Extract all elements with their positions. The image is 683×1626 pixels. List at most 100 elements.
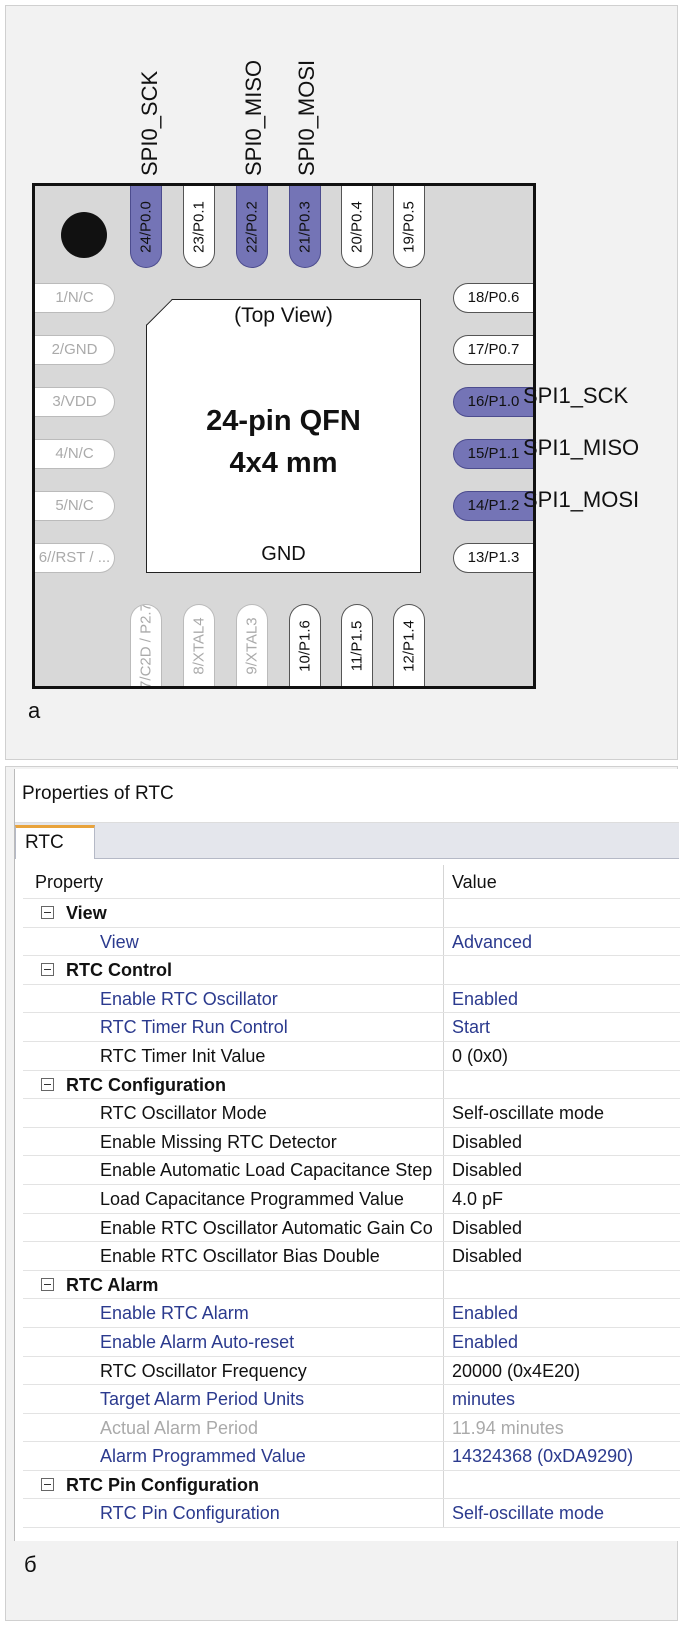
property-name: Enable RTC Oscillator Bias Double — [23, 1242, 443, 1270]
property-name: RTC Pin Configuration — [23, 1499, 443, 1527]
property-value — [443, 899, 680, 927]
property-label: Enable RTC Alarm — [100, 1303, 249, 1324]
pinout-panel: SPI0_SCK SPI0_MISO SPI0_MOSI (Top View) … — [5, 5, 678, 760]
category-row[interactable]: RTC Alarm — [23, 1270, 680, 1300]
property-row[interactable]: RTC Oscillator Frequency 20000 (0x4E20) — [23, 1356, 680, 1386]
property-value[interactable]: Enabled — [443, 1299, 680, 1327]
pin-label: 18/P0.6 — [467, 289, 520, 306]
pin-label: 15/P1.1 — [467, 445, 520, 462]
pin-bottom-6: 12/P1.4 — [393, 604, 425, 686]
property-row[interactable]: Alarm Programmed Value 14324368 (0xDA9290… — [23, 1442, 680, 1471]
pin-label: 8/XTAL4 — [190, 616, 208, 675]
property-row[interactable]: Enable RTC Oscillator Automatic Gain Co D… — [23, 1213, 680, 1243]
property-row[interactable]: RTC Pin Configuration Self-oscillate mode — [23, 1499, 680, 1529]
column-header-value[interactable]: Value — [443, 865, 680, 898]
property-label: RTC Timer Run Control — [100, 1017, 288, 1038]
pin-label: 12/P1.4 — [400, 619, 418, 672]
signal-spi1-sck: SPI1_SCK — [523, 383, 629, 408]
category-row[interactable]: RTC Control — [23, 956, 680, 985]
property-value[interactable]: 20000 (0x4E20) — [443, 1356, 680, 1385]
pin-top-2: 23/P0.1 — [183, 186, 215, 268]
property-value[interactable]: Enabled — [443, 1327, 680, 1356]
property-value[interactable]: Disabled — [443, 1156, 680, 1184]
panel-label-b: б — [24, 1552, 37, 1577]
pin-label: 14/P1.2 — [467, 497, 520, 514]
property-row[interactable]: Enable Missing RTC Detector Disabled — [23, 1127, 680, 1157]
pin-right-4: 15/P1.1 — [453, 439, 533, 469]
property-row[interactable]: View Advanced — [23, 927, 680, 957]
tab-bar: RTC — [15, 823, 679, 859]
property-label: Enable RTC Oscillator — [100, 988, 278, 1009]
property-value[interactable]: 11.94 minutes — [443, 1413, 680, 1442]
property-name: Enable RTC Alarm — [23, 1299, 443, 1327]
property-row[interactable]: Enable Alarm Auto-reset Enabled — [23, 1327, 680, 1357]
property-row[interactable]: RTC Timer Init Value 0 (0x0) — [23, 1041, 680, 1071]
pin-left-5: 5/N/C — [35, 491, 115, 521]
pin-top-3: 22/P0.2 — [236, 186, 268, 268]
pin-right-5: 14/P1.2 — [453, 491, 533, 521]
property-value[interactable]: Enabled — [443, 984, 680, 1013]
pin-label: 2/GND — [51, 341, 98, 358]
property-name: RTC Timer Init Value — [23, 1042, 443, 1070]
property-value[interactable]: 4.0 pF — [443, 1184, 680, 1213]
property-row[interactable]: Enable Automatic Load Capacitance Step Di… — [23, 1156, 680, 1185]
property-value[interactable]: Disabled — [443, 1127, 680, 1156]
collapse-icon[interactable] — [41, 963, 54, 977]
collapse-icon[interactable] — [41, 1277, 54, 1291]
property-label: Enable Automatic Load Capacitance Step — [100, 1160, 433, 1181]
property-row[interactable]: RTC Oscillator Mode Self-oscillate mode — [23, 1099, 680, 1128]
package-label: 24-pin QFN 4x4 mm — [147, 400, 420, 484]
collapse-icon[interactable] — [41, 906, 54, 920]
property-label: RTC Oscillator Mode — [100, 1103, 267, 1124]
pin-right-3: 16/P1.0 — [453, 387, 533, 417]
pin-label: 22/P0.2 — [243, 200, 261, 253]
collapse-icon[interactable] — [41, 1478, 54, 1492]
signal-spi0-mosi: SPI0_MOSI — [294, 59, 319, 176]
collapse-icon[interactable] — [41, 1077, 54, 1091]
property-value[interactable]: Self-oscillate mode — [443, 1099, 680, 1127]
tab-rtc[interactable]: RTC — [15, 825, 95, 859]
property-value — [443, 1270, 680, 1299]
property-row[interactable]: Actual Alarm Period 11.94 minutes — [23, 1413, 680, 1443]
category-row[interactable]: RTC Pin Configuration — [23, 1470, 680, 1500]
property-label: RTC Oscillator Frequency — [100, 1360, 307, 1381]
category-row[interactable]: RTC Configuration — [23, 1070, 680, 1100]
pin-left-6: 6//RST / ... — [35, 543, 115, 573]
category-cell: RTC Pin Configuration — [23, 1471, 443, 1499]
chip-center: (Top View) 24-pin QFN 4x4 mm GND — [146, 299, 421, 573]
property-label: Load Capacitance Programmed Value — [100, 1188, 404, 1209]
category-row[interactable]: View — [23, 899, 680, 928]
property-row[interactable]: Target Alarm Period Units minutes — [23, 1385, 680, 1414]
property-value — [443, 956, 680, 984]
properties-panel: Properties of RTC RTC Property Value Vie… — [5, 766, 680, 1621]
pin-right-6: 13/P1.3 — [453, 543, 533, 573]
column-header-property[interactable]: Property — [23, 865, 443, 898]
pin-bottom-1: 7/C2D / P2.7 — [130, 604, 162, 686]
property-name: RTC Oscillator Frequency — [23, 1357, 443, 1385]
property-value[interactable]: 14324368 (0xDA9290) — [443, 1442, 680, 1470]
category-name: View — [66, 903, 107, 923]
property-value[interactable]: Disabled — [443, 1213, 680, 1242]
property-value[interactable]: Self-oscillate mode — [443, 1499, 680, 1528]
property-label: Enable RTC Oscillator Bias Double — [100, 1246, 380, 1267]
property-value[interactable]: Start — [443, 1013, 680, 1041]
property-value[interactable]: minutes — [443, 1385, 680, 1413]
property-name: Enable Alarm Auto-reset — [23, 1328, 443, 1356]
property-row[interactable]: Enable RTC Alarm Enabled — [23, 1299, 680, 1328]
property-value[interactable]: Advanced — [443, 927, 680, 956]
property-name: Enable RTC Oscillator — [23, 985, 443, 1013]
package-name: 24-pin QFN — [206, 405, 361, 437]
property-row[interactable]: RTC Timer Run Control Start — [23, 1013, 680, 1042]
property-name: RTC Timer Run Control — [23, 1013, 443, 1041]
pin-left-4: 4/N/C — [35, 439, 115, 469]
property-row[interactable]: Load Capacitance Programmed Value 4.0 pF — [23, 1184, 680, 1214]
pin-bottom-2: 8/XTAL4 — [183, 604, 215, 686]
property-label: RTC Timer Init Value — [100, 1045, 266, 1066]
property-row[interactable]: Enable RTC Oscillator Enabled — [23, 984, 680, 1014]
property-name: Alarm Programmed Value — [23, 1442, 443, 1470]
property-row[interactable]: Enable RTC Oscillator Bias Double Disable… — [23, 1242, 680, 1271]
pin-label: 9/XTAL3 — [243, 616, 261, 675]
signal-spi0-miso: SPI0_MISO — [241, 59, 266, 176]
property-value[interactable]: 0 (0x0) — [443, 1041, 680, 1070]
property-value[interactable]: Disabled — [443, 1242, 680, 1270]
